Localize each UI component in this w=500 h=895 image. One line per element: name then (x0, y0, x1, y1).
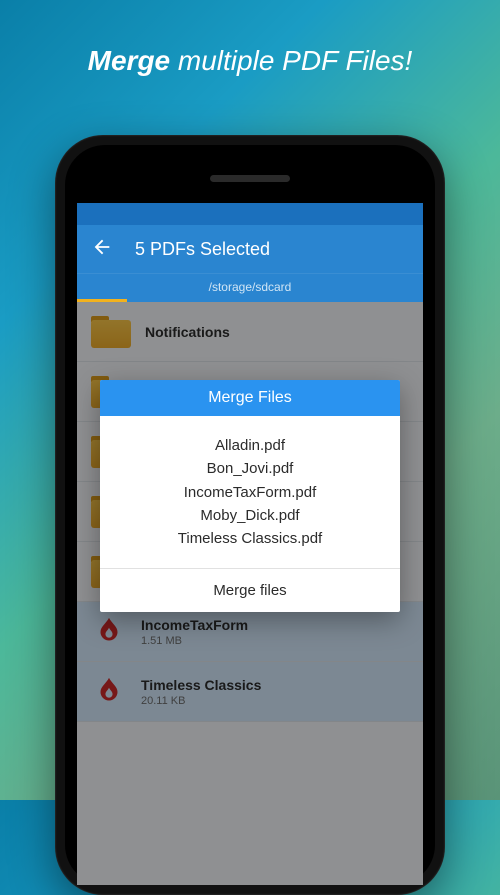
back-icon[interactable] (91, 236, 113, 263)
app-bar-title: 5 PDFs Selected (135, 239, 270, 260)
app-bar: 5 PDFs Selected (77, 225, 423, 273)
phone-speaker (210, 175, 290, 182)
merge-button[interactable]: Merge files (100, 568, 400, 612)
dialog-file: Timeless Classics.pdf (110, 527, 390, 550)
dialog-file-list: Alladin.pdf Bon_Jovi.pdf IncomeTaxForm.p… (100, 416, 400, 568)
merge-dialog: Merge Files Alladin.pdf Bon_Jovi.pdf Inc… (100, 380, 400, 612)
path-bar[interactable]: /storage/sdcard (77, 273, 423, 299)
dialog-file: Alladin.pdf (110, 434, 390, 457)
dialog-title: Merge Files (100, 380, 400, 416)
dialog-file: IncomeTaxForm.pdf (110, 481, 390, 504)
promo-headline: Merge multiple PDF Files! (0, 0, 500, 102)
path-text: /storage/sdcard (209, 280, 292, 294)
phone-frame: 5 PDFs Selected /storage/sdcard Notifica… (55, 135, 445, 895)
screen: 5 PDFs Selected /storage/sdcard Notifica… (77, 203, 423, 885)
dialog-file: Moby_Dick.pdf (110, 504, 390, 527)
status-bar (77, 203, 423, 225)
dialog-file: Bon_Jovi.pdf (110, 457, 390, 480)
content-area: Notifications (77, 302, 423, 885)
